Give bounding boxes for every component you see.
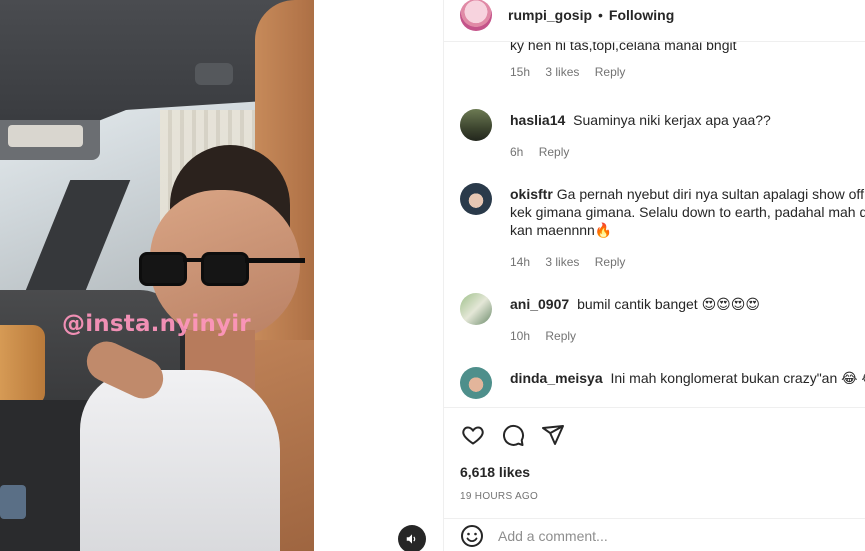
post-timestamp: 19 HOURS AGO [460, 491, 539, 502]
person-shirt [80, 370, 280, 551]
author-username[interactable]: rumpi_gosip [508, 7, 592, 23]
comment-input[interactable] [498, 527, 798, 544]
visor-light [8, 125, 83, 147]
heart-icon [462, 426, 484, 445]
share-icon [542, 425, 564, 445]
following-button[interactable]: Following [609, 7, 674, 23]
video-watermark: @insta.nyinyir [62, 311, 251, 337]
comment-time: 14h [510, 255, 531, 269]
audio-toggle-button[interactable] [398, 525, 426, 551]
comment-text: dinda_meisya Ini mah konglomerat bukan c… [510, 370, 865, 386]
comment-text: okisftr Ga pernah nyebut diri nya sultan … [510, 186, 865, 238]
commenter-avatar[interactable] [460, 367, 492, 399]
post-actions: 6,618 likes 19 HOURS AGO [444, 407, 865, 551]
header-separator: • [598, 6, 603, 23]
dome-light [195, 63, 233, 85]
commenter-username[interactable]: ani_0907 [510, 296, 569, 312]
comment-text: ky hen hi tas,topi,celana manai bngit [510, 41, 737, 53]
comment-button[interactable] [500, 422, 526, 448]
wood-trim [0, 325, 45, 405]
comment-likes[interactable]: 3 likes [545, 65, 579, 79]
commenter-username[interactable]: okisftr [510, 186, 553, 202]
commenter-avatar[interactable] [460, 293, 492, 325]
comment-meta: 14h 3 likes Reply [510, 255, 637, 269]
comments-list[interactable]: ky hen hi tas,topi,celana manai bngit 15… [444, 41, 865, 407]
action-icons [460, 422, 566, 448]
reply-button[interactable]: Reply [595, 65, 626, 79]
add-comment-bar [444, 518, 865, 551]
comment-icon [503, 424, 524, 446]
commenter-avatar[interactable] [460, 109, 492, 141]
likes-count[interactable]: 6,618 likes [460, 464, 530, 480]
speaker-icon [406, 534, 416, 544]
emoji-button[interactable] [460, 524, 484, 548]
comment-time: 6h [510, 145, 524, 159]
comment-text: haslia14 Suaminya niki kerjax apa yaa?? [510, 112, 771, 128]
reply-button[interactable]: Reply [539, 145, 570, 159]
emoji-icon [461, 524, 483, 547]
comment-meta: 15h 3 likes Reply [510, 65, 637, 79]
share-button[interactable] [540, 422, 566, 448]
reply-button[interactable]: Reply [595, 255, 626, 269]
phone-in-hand [0, 485, 26, 519]
commenter-username[interactable]: dinda_meisya [510, 370, 603, 386]
like-button[interactable] [460, 422, 486, 448]
comment-meta: 6h Reply [510, 145, 581, 159]
comment-meta: 10h Reply [510, 329, 588, 343]
video-player[interactable]: @insta.nyinyir [0, 0, 314, 551]
author-avatar[interactable] [460, 0, 492, 31]
post-header: rumpi_gosip • Following [444, 0, 865, 41]
sunglasses [135, 248, 305, 292]
comment-likes[interactable]: 3 likes [545, 255, 579, 269]
commenter-username[interactable]: haslia14 [510, 112, 565, 128]
comment-time: 15h [510, 65, 531, 79]
comment-time: 10h [510, 329, 531, 343]
commenter-avatar[interactable] [460, 183, 492, 215]
reply-button[interactable]: Reply [545, 329, 576, 343]
post-details-panel: rumpi_gosip • Following ky hen hi tas,to… [443, 0, 865, 551]
comment-text: ani_0907 bumil cantik banget 😍😍😍😍 [510, 296, 760, 312]
post-media: @insta.nyinyir [0, 0, 443, 551]
